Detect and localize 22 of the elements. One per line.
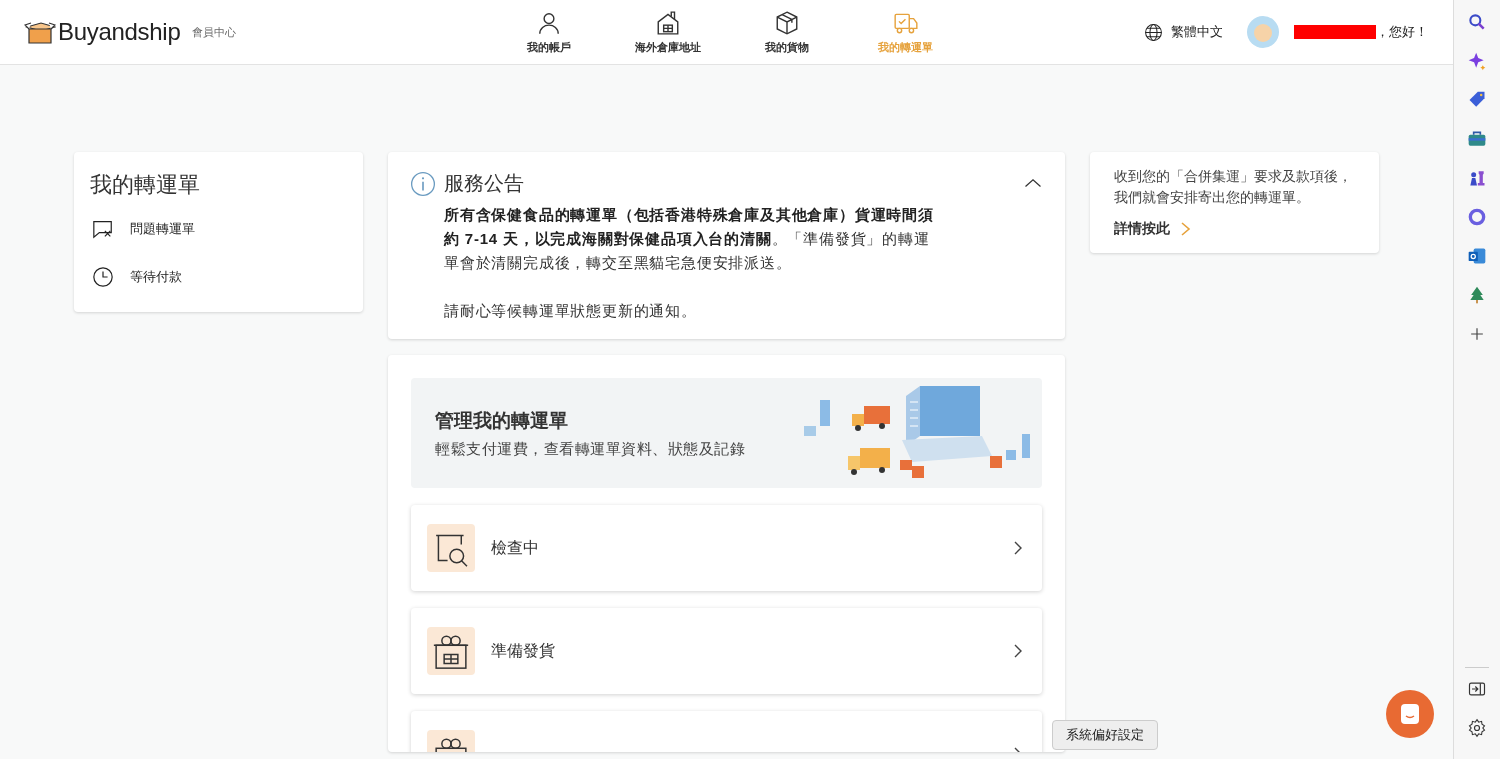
sidebar-title: 我的轉運單 <box>90 171 201 199</box>
announcement-title: 服務公告 <box>444 171 524 196</box>
status-label: 準備發貨 <box>491 640 556 661</box>
greeting-text: ，您好！ <box>1376 23 1428 41</box>
sidebar-link[interactable]: 等待付款 <box>90 266 182 296</box>
sidebar-link[interactable]: 問題轉運單 <box>90 218 195 266</box>
status-row[interactable]: 準備發貨 <box>411 608 1042 694</box>
member-center-label: 會員中心 <box>192 24 237 40</box>
banner-subtitle: 輕鬆支付運費，查看轉運單資料、狀態及記錄 <box>435 439 745 459</box>
banner-title: 管理我的轉運單 <box>435 408 569 433</box>
details-link[interactable]: 詳情按此 <box>1114 220 1192 238</box>
tooltip: 系統偏好設定 <box>1052 720 1158 750</box>
info-text: 收到您的「合併集運」要求及款項後，我們就會安排寄出您的轉運單。 <box>1114 168 1353 207</box>
announcement-text: 請耐心等候轉運單狀態更新的通知。 <box>444 301 698 321</box>
brand-name: Buyandship <box>58 18 181 46</box>
status-row[interactable]: 檢查中 <box>411 505 1042 591</box>
nav-tab[interactable]: 海外倉庫地址 <box>608 1 727 63</box>
nav-tab[interactable]: 我的貨物 <box>727 1 846 63</box>
announcement-text: 所有含保健食品的轉運單（包括香港特殊倉庫及其他倉庫）貨運時間須約 7-14 天，以完成海關對保健品項入台的清關。「準備發貨」的轉運單會於清關完成後，轉交至黑貓宅急便安排派送。 <box>444 205 935 273</box>
status-label: 檢查中 <box>491 537 540 558</box>
nav-tab[interactable]: 我的帳戶 <box>489 1 608 63</box>
language-selector[interactable]: 繁體中文 <box>1144 22 1223 42</box>
